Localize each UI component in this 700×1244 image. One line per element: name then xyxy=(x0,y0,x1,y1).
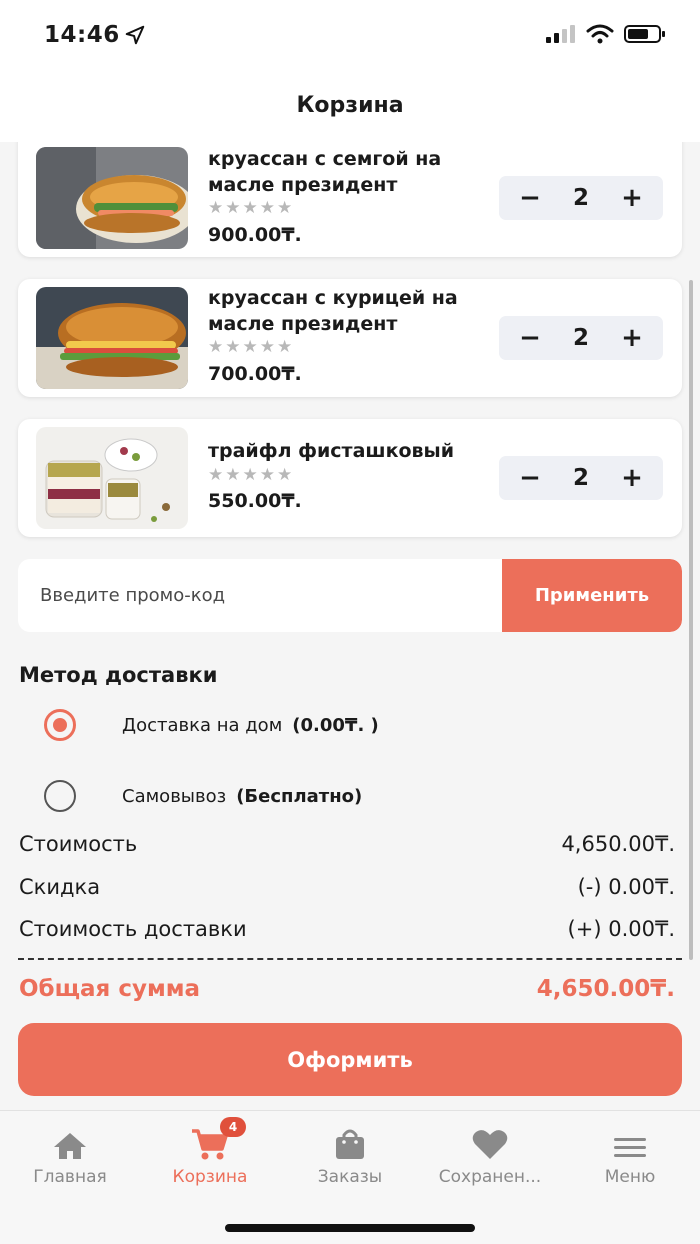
scrollbar[interactable] xyxy=(689,280,693,960)
checkout-button[interactable]: Оформить xyxy=(18,1023,682,1096)
rating-stars: ★★★★★ xyxy=(208,198,295,218)
delivery-cost-label: Стоимость доставки xyxy=(19,917,247,941)
increase-button[interactable]: + xyxy=(619,316,645,360)
tab-orders[interactable]: Заказы xyxy=(280,1125,420,1187)
subtotal-row: Стоимость 4,650.00₸. xyxy=(19,832,675,856)
increase-button[interactable]: + xyxy=(619,456,645,500)
increase-button[interactable]: + xyxy=(619,176,645,220)
home-icon xyxy=(54,1133,86,1159)
tab-cart[interactable]: 4 Корзина xyxy=(140,1117,280,1187)
product-image xyxy=(36,427,188,529)
delivery-option-home[interactable]: Доставка на дом (0.00₸. ) xyxy=(44,709,379,741)
discount-value: (-) 0.00₸. xyxy=(577,875,675,899)
promo-code-box: Применить xyxy=(18,559,682,632)
heart-icon xyxy=(472,1130,508,1159)
quantity-stepper: − 2 + xyxy=(499,316,663,360)
tab-label: Меню xyxy=(604,1167,656,1187)
quantity-stepper: − 2 + xyxy=(499,456,663,500)
product-image xyxy=(36,147,188,249)
delivery-cost-value: (+) 0.00₸. xyxy=(567,917,675,941)
cart-item: трайфл фисташковый ★★★★★ 550.00₸. − 2 + xyxy=(18,419,682,537)
discount-label: Скидка xyxy=(19,875,101,899)
decrease-button[interactable]: − xyxy=(517,176,543,220)
wifi-icon xyxy=(586,24,614,44)
product-price: 900.00₸. xyxy=(208,224,302,246)
page-title: Корзина xyxy=(296,93,404,118)
home-indicator[interactable] xyxy=(225,1224,475,1232)
product-name[interactable]: круассан с семгой на масле президент xyxy=(208,146,503,198)
tab-label: Главная xyxy=(33,1167,107,1187)
tab-label: Заказы xyxy=(317,1167,383,1187)
quantity-value: 2 xyxy=(572,325,589,351)
delivery-cost-row: Стоимость доставки (+) 0.00₸. xyxy=(19,917,675,941)
tab-label: Сохранен... xyxy=(438,1167,542,1187)
tab-saved[interactable]: Сохранен... xyxy=(420,1125,560,1187)
product-name[interactable]: круассан с курицей на масле президент xyxy=(208,285,503,337)
rating-stars: ★★★★★ xyxy=(208,337,295,357)
promo-code-input[interactable] xyxy=(18,559,502,632)
tab-home[interactable]: Главная xyxy=(0,1125,140,1187)
total-row: Общая сумма 4,650.00₸. xyxy=(19,976,675,1002)
battery-icon xyxy=(624,25,665,43)
delivery-method-title: Метод доставки xyxy=(19,663,218,687)
product-price: 700.00₸. xyxy=(208,363,302,385)
quantity-value: 2 xyxy=(572,185,589,211)
signal-icon xyxy=(546,25,575,43)
product-image xyxy=(36,287,188,389)
bag-icon xyxy=(336,1129,364,1159)
decrease-button[interactable]: − xyxy=(517,316,543,360)
delivery-option-price: (Бесплатно) xyxy=(236,785,363,807)
delivery-option-label: Доставка на дом xyxy=(122,714,283,736)
product-name[interactable]: трайфл фисташковый xyxy=(208,438,503,464)
status-time: 14:46 xyxy=(44,22,120,48)
status-icons xyxy=(546,24,666,44)
rating-stars: ★★★★★ xyxy=(208,465,295,485)
menu-icon xyxy=(614,1138,646,1157)
top-bar: 14:46 Корзина xyxy=(0,0,700,142)
total-label: Общая сумма xyxy=(19,976,201,1002)
quantity-value: 2 xyxy=(572,465,589,491)
tab-menu[interactable]: Меню xyxy=(560,1125,700,1187)
apply-promo-button[interactable]: Применить xyxy=(502,559,682,632)
tab-label: Корзина xyxy=(172,1167,248,1187)
cart-item: круассан с семгой на масле президент ★★★… xyxy=(18,130,682,257)
subtotal-label: Стоимость xyxy=(19,832,138,856)
decrease-button[interactable]: − xyxy=(517,456,543,500)
radio-selected-icon[interactable] xyxy=(44,709,76,741)
product-price: 550.00₸. xyxy=(208,490,302,512)
radio-unselected-icon[interactable] xyxy=(44,780,76,812)
quantity-stepper: − 2 + xyxy=(499,176,663,220)
delivery-option-label: Самовывоз xyxy=(122,785,227,807)
subtotal-value: 4,650.00₸. xyxy=(561,832,675,856)
location-arrow-icon xyxy=(125,25,145,45)
discount-row: Скидка (-) 0.00₸. xyxy=(19,875,675,899)
delivery-option-pickup[interactable]: Самовывоз (Бесплатно) xyxy=(44,780,362,812)
total-value: 4,650.00₸. xyxy=(536,976,675,1002)
cart-item: круассан с курицей на масле президент ★★… xyxy=(18,279,682,397)
delivery-option-price: (0.00₸. ) xyxy=(292,714,379,736)
divider xyxy=(18,958,682,960)
cart-count-badge: 4 xyxy=(220,1117,246,1137)
